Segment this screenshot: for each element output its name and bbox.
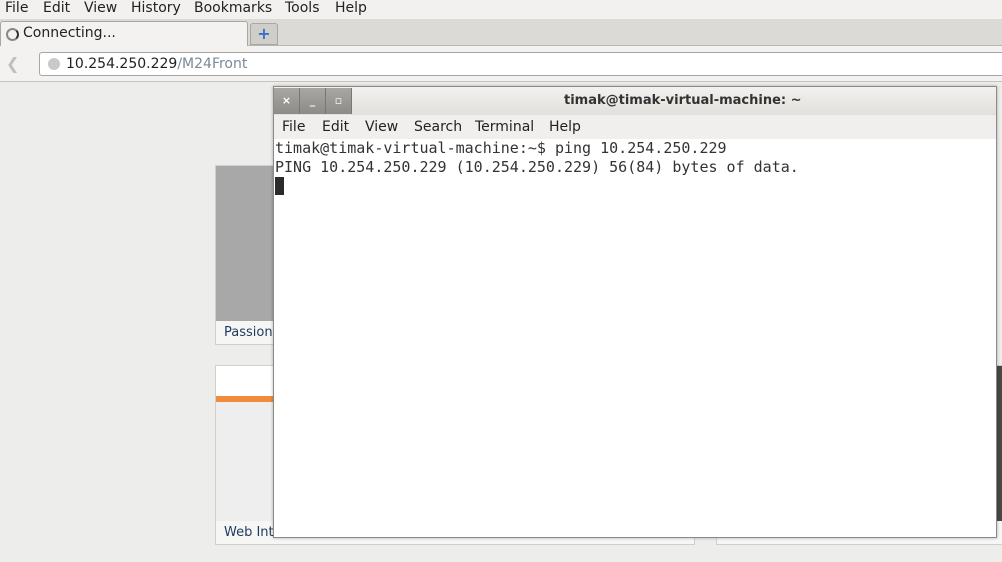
menu-history[interactable]: History: [131, 0, 181, 16]
globe-icon: [48, 58, 60, 70]
terminal-cursor: [275, 177, 284, 195]
terminal-menu-view[interactable]: View: [365, 119, 398, 135]
url-host: 10.254.250.229: [66, 56, 178, 72]
minimize-icon[interactable]: _: [300, 88, 326, 114]
back-arrow-icon[interactable]: ❮: [6, 54, 19, 73]
menu-help[interactable]: Help: [335, 0, 367, 16]
terminal-menu-search[interactable]: Search: [414, 119, 462, 135]
tab-connecting[interactable]: Connecting...: [0, 21, 248, 47]
menu-file[interactable]: File: [5, 0, 28, 16]
url-path: /M24Front: [177, 56, 248, 72]
terminal-window[interactable]: × _ ▫ timak@timak-virtual-machine: ~ Fil…: [273, 86, 997, 538]
menu-edit[interactable]: Edit: [43, 0, 70, 16]
terminal-menu-terminal[interactable]: Terminal: [475, 119, 534, 135]
new-tab-button[interactable]: +: [250, 23, 278, 45]
menu-tools[interactable]: Tools: [285, 0, 320, 16]
navigation-bar: ❮ 10.254.250.229/M24Front: [0, 46, 1002, 82]
maximize-icon[interactable]: ▫: [326, 88, 352, 114]
terminal-output[interactable]: timak@timak-virtual-machine:~$ ping 10.2…: [275, 139, 799, 196]
browser-menubar: File Edit View History Bookmarks Tools H…: [0, 0, 1002, 19]
terminal-menubar: File Edit View Search Terminal Help: [274, 115, 996, 139]
url-bar[interactable]: 10.254.250.229/M24Front: [39, 52, 1002, 76]
terminal-line: timak@timak-virtual-machine:~$ ping 10.2…: [275, 139, 727, 157]
terminal-line: PING 10.254.250.229 (10.254.250.229) 56(…: [275, 158, 799, 176]
loading-spinner-icon: [6, 28, 19, 41]
terminal-title: timak@timak-virtual-machine: ~: [564, 93, 802, 108]
tab-bar: Connecting... +: [0, 19, 1002, 47]
menu-view[interactable]: View: [84, 0, 117, 16]
terminal-menu-help[interactable]: Help: [549, 119, 581, 135]
terminal-menu-file[interactable]: File: [282, 119, 305, 135]
terminal-menu-edit[interactable]: Edit: [322, 119, 349, 135]
terminal-titlebar[interactable]: × _ ▫ timak@timak-virtual-machine: ~: [274, 87, 996, 115]
menu-bookmarks[interactable]: Bookmarks: [194, 0, 272, 16]
tab-title: Connecting...: [23, 25, 116, 41]
close-icon[interactable]: ×: [274, 88, 300, 114]
